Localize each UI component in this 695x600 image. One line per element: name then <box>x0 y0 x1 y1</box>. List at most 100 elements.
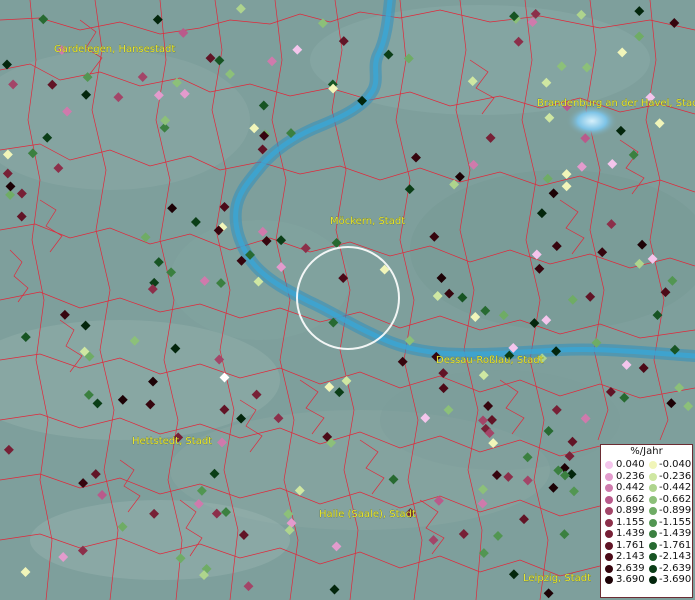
measurement-point[interactable] <box>543 588 554 599</box>
legend-value-positive: 2.639 <box>616 562 645 574</box>
map-viewport[interactable]: Gardelegen, Hansestadt Brandenburg an de… <box>0 0 695 600</box>
measurement-point[interactable] <box>167 203 178 214</box>
measurement-point[interactable] <box>634 6 645 17</box>
measurement-point[interactable] <box>38 14 49 25</box>
legend-row: 2.143 -2.143 <box>601 551 692 563</box>
measurement-point[interactable] <box>544 112 555 123</box>
measurement-point[interactable] <box>607 158 618 169</box>
measurement-point[interactable] <box>214 55 225 66</box>
measurement-point[interactable] <box>331 541 342 552</box>
legend-row: 3.690 -3.690 <box>601 574 692 586</box>
legend-value-negative: -2.639 <box>659 562 692 574</box>
measurement-point[interactable] <box>16 211 27 222</box>
measurement-point[interactable] <box>249 123 260 134</box>
legend-swatch-positive <box>605 530 613 538</box>
measurement-point[interactable] <box>638 363 649 373</box>
measurement-point[interactable] <box>485 132 496 143</box>
measurement-point[interactable] <box>428 535 439 546</box>
legend-value-negative: -2.143 <box>659 551 692 562</box>
legend-value-negative: -0.442 <box>659 482 692 493</box>
legend-swatch-negative <box>649 484 657 492</box>
measurement-point[interactable] <box>683 401 694 412</box>
measurement-point[interactable] <box>493 530 503 541</box>
measurement-point[interactable] <box>411 152 421 163</box>
lake-havel <box>566 105 618 137</box>
legend-value-positive: 1.155 <box>616 516 645 528</box>
measurement-point[interactable] <box>329 584 340 595</box>
measurement-point[interactable] <box>205 53 216 64</box>
legend-swatch-positive <box>605 564 613 573</box>
measurement-point[interactable] <box>324 382 335 392</box>
legend-swatch-negative <box>649 518 657 527</box>
legend-value-negative: -0.236 <box>659 470 692 482</box>
measurement-point[interactable] <box>267 56 277 67</box>
measurement-point[interactable] <box>225 69 235 80</box>
legend-swatch-positive <box>605 495 613 504</box>
legend-swatch-negative <box>649 495 657 504</box>
legend-value-negative: -1.155 <box>659 516 692 528</box>
measurement-point[interactable] <box>621 359 632 370</box>
legend-row: 1.155 -1.155 <box>601 517 692 529</box>
measurement-point[interactable] <box>97 490 108 500</box>
legend-row: 0.442 -0.442 <box>601 482 692 494</box>
measurement-point[interactable] <box>258 100 269 111</box>
legend-row: 0.899 -0.899 <box>601 505 692 517</box>
measurement-point[interactable] <box>615 125 626 136</box>
measurement-point[interactable] <box>20 567 31 577</box>
measurement-point[interactable] <box>508 569 519 580</box>
measurement-point[interactable] <box>2 168 13 179</box>
legend-swatch-negative <box>649 461 657 469</box>
measurement-point[interactable] <box>243 581 254 592</box>
measurement-point[interactable] <box>458 529 469 539</box>
legend-swatch-positive <box>605 461 613 469</box>
measurement-point[interactable] <box>317 18 328 29</box>
city-label-halle: Halle (Saale), Stadt <box>319 509 416 520</box>
measurement-point[interactable] <box>576 161 587 172</box>
measurement-point[interactable] <box>235 3 246 14</box>
measurement-point[interactable] <box>404 184 415 195</box>
legend-row: 2.639 -2.639 <box>601 563 692 575</box>
legend-value-positive: 0.040 <box>616 459 645 470</box>
measurement-point[interactable] <box>3 444 14 455</box>
legend-value-positive: 1.761 <box>616 539 645 551</box>
legend-value-positive: 0.442 <box>616 482 645 493</box>
measurement-point[interactable] <box>5 189 16 200</box>
measurement-point[interactable] <box>334 387 345 398</box>
city-label-hettstedt: Hettstedt, Stadt <box>132 436 212 447</box>
measurement-point[interactable] <box>16 188 27 199</box>
legend-row: 0.236 -0.236 <box>601 471 692 483</box>
measurement-point[interactable] <box>619 392 630 403</box>
measurement-point[interactable] <box>548 482 559 493</box>
legend-value-positive: 0.236 <box>616 470 645 482</box>
measurement-point[interactable] <box>454 171 465 182</box>
measurement-point[interactable] <box>468 159 479 170</box>
measurement-point[interactable] <box>605 386 616 397</box>
legend-value-negative: -3.690 <box>659 574 692 585</box>
city-label-gardelegen: Gardelegen, Hansestadt <box>54 44 175 55</box>
measurement-point[interactable] <box>190 217 201 227</box>
measurement-point[interactable] <box>569 486 579 497</box>
measurement-point[interactable] <box>654 118 665 129</box>
measurement-point[interactable] <box>219 201 230 212</box>
map-legend: %/Jahr 0.040 -0.040 0.236 -0.236 0.442 -0.442… <box>600 444 693 598</box>
measurement-point[interactable] <box>292 44 303 55</box>
legend-swatch-negative <box>649 564 657 573</box>
legend-swatch-positive <box>605 507 613 515</box>
legend-row: 1.761 -1.761 <box>601 540 692 552</box>
measurement-point[interactable] <box>90 469 101 480</box>
city-label-dessau: Dessau-Roßlau, Stadt <box>436 355 544 366</box>
legend-value-negative: -0.899 <box>659 505 692 516</box>
measurement-point[interactable] <box>178 27 189 38</box>
map-canvas[interactable]: Gardelegen, Hansestadt Brandenburg an de… <box>0 0 695 600</box>
measurement-point[interactable] <box>153 257 164 268</box>
legend-title: %/Jahr <box>630 446 663 457</box>
legend-swatch-negative <box>649 472 657 481</box>
measurement-point[interactable] <box>666 398 677 409</box>
measurement-point[interactable] <box>5 181 16 192</box>
measurement-point[interactable] <box>559 529 570 540</box>
measurement-point[interactable] <box>397 356 408 367</box>
legend-swatch-negative <box>649 541 657 550</box>
city-label-moeckern: Möckern, Stadt <box>330 216 405 227</box>
measurement-point[interactable] <box>59 309 70 320</box>
measurement-point[interactable] <box>519 514 529 525</box>
